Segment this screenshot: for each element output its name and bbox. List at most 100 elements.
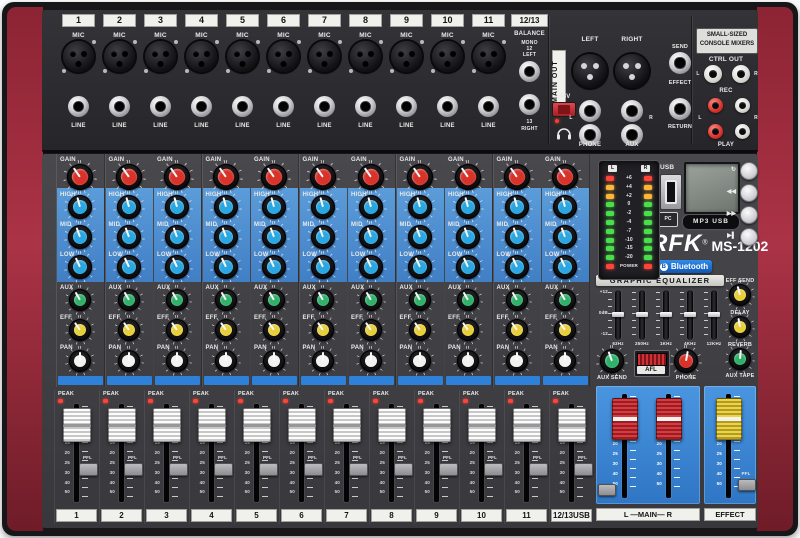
channel-6-pfl-button[interactable]: [304, 463, 323, 476]
channel-8-eff-knob[interactable]: [409, 319, 431, 341]
channel-3-pan-knob[interactable]: [166, 350, 188, 372]
channel-8-high-knob[interactable]: [408, 195, 432, 219]
channel-7-aux-knob[interactable]: [360, 289, 382, 311]
channel-2-gain-knob[interactable]: [116, 164, 142, 190]
channel-1-mid-knob[interactable]: [68, 225, 92, 249]
channel-4-aux-knob[interactable]: [215, 289, 237, 311]
channel-3-low-knob[interactable]: [165, 255, 189, 279]
channel-8-mid-knob[interactable]: [408, 225, 432, 249]
channel-6-high-knob[interactable]: [311, 195, 335, 219]
channel-5-aux-knob[interactable]: [263, 289, 285, 311]
channel-7-high-knob[interactable]: [359, 195, 383, 219]
channel-10-aux-knob[interactable]: [506, 289, 528, 311]
channel-5-pfl-button[interactable]: [259, 463, 278, 476]
channel-4-high-knob[interactable]: [214, 195, 238, 219]
channel-2-aux-knob[interactable]: [118, 289, 140, 311]
eff-send-knob[interactable]: [729, 284, 751, 306]
channel-10-pfl-button[interactable]: [484, 463, 503, 476]
channel-5-fader[interactable]: [243, 408, 271, 442]
effect-fader[interactable]: [716, 398, 742, 440]
channel-6-mid-knob[interactable]: [311, 225, 335, 249]
channel-7-mid-knob[interactable]: [359, 225, 383, 249]
channel-11-gain-knob[interactable]: [552, 164, 578, 190]
channel-4-eff-knob[interactable]: [215, 319, 237, 341]
channel-7-fader[interactable]: [333, 408, 361, 442]
channel-4-gain-knob[interactable]: [213, 164, 239, 190]
channel-11-high-knob[interactable]: [553, 195, 577, 219]
channel-3-eff-knob[interactable]: [166, 319, 188, 341]
eq-band-63Hz-slider[interactable]: [612, 312, 624, 317]
channel-6-fader[interactable]: [288, 408, 316, 442]
channel-6-low-knob[interactable]: [311, 255, 335, 279]
channel-8-gain-knob[interactable]: [407, 164, 433, 190]
channel-4-pfl-button[interactable]: [214, 463, 233, 476]
channel-7-pan-knob[interactable]: [360, 350, 382, 372]
channel-5-gain-knob[interactable]: [261, 164, 287, 190]
channel-2-high-knob[interactable]: [117, 195, 141, 219]
channel-5-pan-knob[interactable]: [263, 350, 285, 372]
channel-7-gain-knob[interactable]: [358, 164, 384, 190]
channel-11-pan-knob[interactable]: [554, 350, 576, 372]
channel-5-high-knob[interactable]: [262, 195, 286, 219]
channel-8-low-knob[interactable]: [408, 255, 432, 279]
channel-4-mid-knob[interactable]: [214, 225, 238, 249]
channel-3-high-knob[interactable]: [165, 195, 189, 219]
channel-1-low-knob[interactable]: [68, 255, 92, 279]
channel-1-pfl-button[interactable]: [79, 463, 98, 476]
channel-10-pan-knob[interactable]: [506, 350, 528, 372]
channel-5-eff-knob[interactable]: [263, 319, 285, 341]
channel-9-eff-knob[interactable]: [457, 319, 479, 341]
channel-6-aux-knob[interactable]: [312, 289, 334, 311]
phone-level-knob[interactable]: [674, 349, 698, 373]
channel-4-low-knob[interactable]: [214, 255, 238, 279]
channel-5-mid-knob[interactable]: [262, 225, 286, 249]
channel-9-high-knob[interactable]: [456, 195, 480, 219]
channel-11-low-knob[interactable]: [553, 255, 577, 279]
channel-9-gain-knob[interactable]: [455, 164, 481, 190]
main-left-fader[interactable]: [612, 398, 638, 440]
channel-9-mid-knob[interactable]: [456, 225, 480, 249]
channel-1-high-knob[interactable]: [68, 195, 92, 219]
eq-band-4KHz-slider[interactable]: [684, 312, 696, 317]
media-next-button[interactable]: [740, 206, 758, 224]
channel-11-eff-knob[interactable]: [554, 319, 576, 341]
effect-pfl-button[interactable]: [738, 479, 756, 491]
channel-3-fader[interactable]: [153, 408, 181, 442]
channel-2-fader[interactable]: [108, 408, 136, 442]
channel-7-pfl-button[interactable]: [349, 463, 368, 476]
channel-10-low-knob[interactable]: [505, 255, 529, 279]
channel-8-aux-knob[interactable]: [409, 289, 431, 311]
channel-1-aux-knob[interactable]: [69, 289, 91, 311]
main-pfl-button[interactable]: [598, 484, 616, 496]
channel-3-mid-knob[interactable]: [165, 225, 189, 249]
channel-8-pan-knob[interactable]: [409, 350, 431, 372]
eq-band-1KHz-slider[interactable]: [660, 312, 672, 317]
channel-10-mid-knob[interactable]: [505, 225, 529, 249]
channel-6-eff-knob[interactable]: [312, 319, 334, 341]
channel-7-low-knob[interactable]: [359, 255, 383, 279]
media-play-pause-button[interactable]: [740, 228, 758, 246]
channel-9-low-knob[interactable]: [456, 255, 480, 279]
channel-9-pan-knob[interactable]: [457, 350, 479, 372]
channel-2-mid-knob[interactable]: [117, 225, 141, 249]
afl-button[interactable]: AFL: [634, 350, 670, 377]
channel-11-mid-knob[interactable]: [553, 225, 577, 249]
channel-3-gain-knob[interactable]: [164, 164, 190, 190]
channel-3-pfl-button[interactable]: [169, 463, 188, 476]
channel-2-pfl-button[interactable]: [124, 463, 143, 476]
eq-band-250Hz-slider[interactable]: [636, 312, 648, 317]
channel-4-fader[interactable]: [198, 408, 226, 442]
channel-9-fader[interactable]: [423, 408, 451, 442]
channel-4-pan-knob[interactable]: [215, 350, 237, 372]
channel-3-aux-knob[interactable]: [166, 289, 188, 311]
channel-6-pan-knob[interactable]: [312, 350, 334, 372]
channel-1-gain-knob[interactable]: [67, 164, 93, 190]
reverb-knob[interactable]: [729, 348, 751, 370]
channel-9-pfl-button[interactable]: [439, 463, 458, 476]
channel-11-fader[interactable]: [513, 408, 541, 442]
channel-2-pan-knob[interactable]: [118, 350, 140, 372]
channel-8-fader[interactable]: [378, 408, 406, 442]
aux-send-knob[interactable]: [600, 349, 624, 373]
channel-6-gain-knob[interactable]: [310, 164, 336, 190]
channel-9-aux-knob[interactable]: [457, 289, 479, 311]
